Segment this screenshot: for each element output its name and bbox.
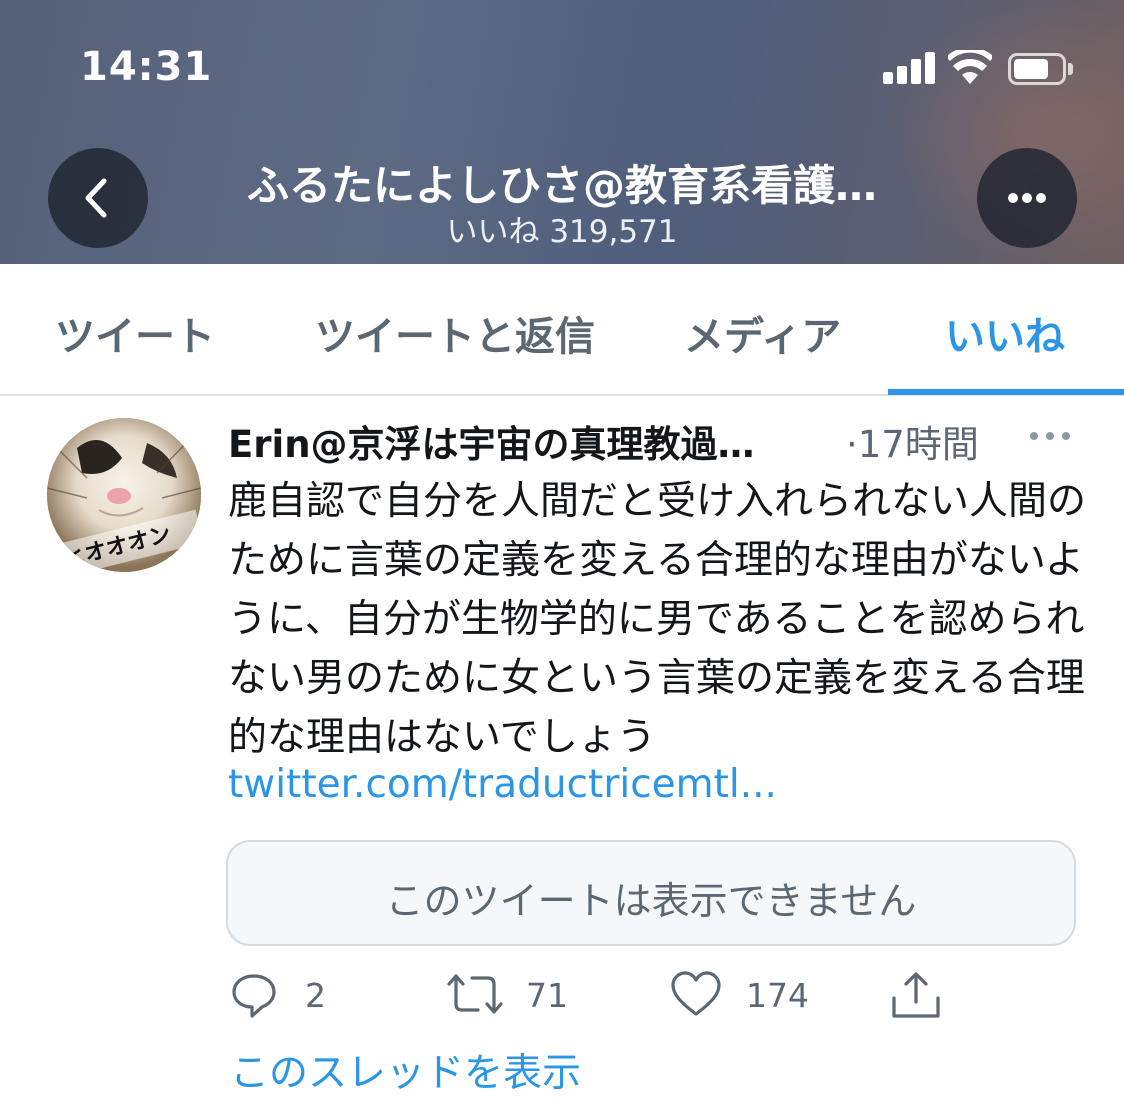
tab-tweets[interactable]: ツイート [55,304,215,362]
tab-likes[interactable]: いいね [945,304,1065,362]
heart-icon [671,971,721,1016]
reply-count: 2 [305,976,326,1015]
back-button[interactable] [48,148,148,248]
share-button[interactable] [890,970,942,1026]
tab-media[interactable]: メディア [684,304,841,362]
profile-header: 14:31 ふるたによしひさ@教育系看護… いいね 319,571 [0,0,1124,264]
tweet-text: 鹿自認で自分を人間だと受け入れられない人間のために言葉の定義を変える合理的な理由… [228,479,1087,760]
quoted-tweet-unavailable: このツイートは表示できません [226,840,1076,946]
ellipsis-icon [1008,193,1046,203]
like-button[interactable]: 174 [670,970,820,1026]
retweet-icon [447,974,503,1014]
page-title: ふるたによしひさ@教育系看護… [246,161,877,210]
tweet-link[interactable]: twitter.com/traductricemtl... [228,762,777,807]
wifi-icon [948,50,992,84]
reply-icon [232,974,276,1018]
tweet-timestamp: ·17時間 [846,423,979,466]
show-thread-link[interactable]: このスレッドを表示 [230,1042,581,1098]
status-bar-time: 14:31 [80,44,213,90]
ellipsis-icon[interactable] [1026,424,1074,448]
retweet-button[interactable]: 71 [446,970,586,1026]
retweet-count: 71 [526,976,568,1015]
likes-count-subtitle: いいね 319,571 [446,214,678,250]
reply-button[interactable]: 2 [230,970,340,1026]
like-count: 174 [746,976,809,1015]
active-tab-indicator [888,389,1124,395]
battery-icon [1008,53,1074,85]
chevron-left-icon [85,178,107,218]
tab-tweets-and-replies[interactable]: ツイートと返信 [315,304,595,362]
avatar[interactable]: ヒオオオン [47,418,201,572]
profile-tabs: ツイート ツイートと返信 メディア いいね [0,264,1124,396]
share-icon [892,972,940,1018]
quoted-tweet-message: このツイートは表示できません [385,879,917,923]
tweet-author-name[interactable]: Erin@京浮は宇宙の真理教過… [228,414,828,468]
more-options-button[interactable] [977,148,1077,248]
cellular-signal-icon [883,52,935,84]
